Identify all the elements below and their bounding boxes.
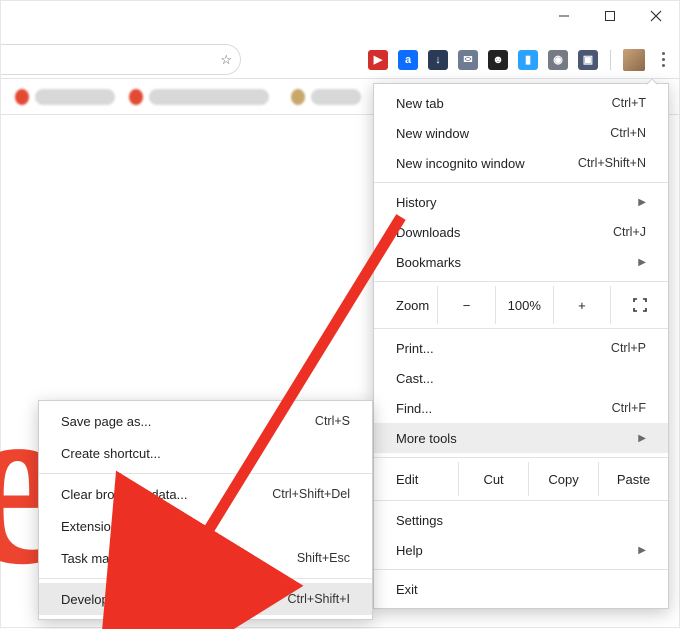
address-bar[interactable]: ☆	[1, 44, 241, 75]
extension-inbox-icon[interactable]: ✉	[458, 50, 478, 70]
menu-edit-row: Edit Cut Copy Paste	[374, 462, 668, 496]
menu-button[interactable]	[655, 46, 671, 73]
edit-paste[interactable]: Paste	[598, 462, 668, 496]
close-button[interactable]	[633, 1, 679, 31]
extension-reader-icon[interactable]: ▣	[578, 50, 598, 70]
extension-screenshot-icon[interactable]: ◉	[548, 50, 568, 70]
menu-history[interactable]: History▶	[374, 187, 668, 217]
fullscreen-icon	[633, 298, 647, 312]
menu-new-window[interactable]: New windowCtrl+N	[374, 118, 668, 148]
extension-png-dl-icon[interactable]: ↓	[428, 50, 448, 70]
menu-print[interactable]: Print...Ctrl+P	[374, 333, 668, 363]
menu-new-incognito[interactable]: New incognito windowCtrl+Shift+N	[374, 148, 668, 178]
more-tools-submenu: Save page as...Ctrl+S Create shortcut...…	[38, 400, 373, 620]
profile-avatar[interactable]	[623, 49, 645, 71]
edit-label: Edit	[374, 462, 458, 496]
extensions-area: ▶ a ↓ ✉ ☻ ▮ ◉ ▣	[368, 50, 598, 70]
submenu-create-shortcut[interactable]: Create shortcut...	[39, 437, 372, 469]
chevron-right-icon: ▶	[638, 545, 646, 556]
submenu-extensions[interactable]: Extensions	[39, 510, 372, 542]
extension-amazon-icon[interactable]: a	[398, 50, 418, 70]
chrome-menu: New tabCtrl+T New windowCtrl+N New incog…	[373, 83, 669, 609]
edit-copy[interactable]: Copy	[528, 462, 598, 496]
toolbar-separator	[610, 50, 611, 70]
window-controls	[541, 1, 679, 31]
menu-cast[interactable]: Cast...	[374, 363, 668, 393]
menu-find[interactable]: Find...Ctrl+F	[374, 393, 668, 423]
edit-cut[interactable]: Cut	[458, 462, 528, 496]
browser-toolbar: ☆ ▶ a ↓ ✉ ☻ ▮ ◉ ▣	[1, 41, 679, 79]
chevron-right-icon: ▶	[638, 257, 646, 268]
menu-settings[interactable]: Settings	[374, 505, 668, 535]
zoom-in-button[interactable]: +	[553, 286, 611, 324]
menu-more-tools[interactable]: More tools▶	[374, 423, 668, 453]
star-icon[interactable]: ☆	[220, 52, 232, 68]
extension-looper-icon[interactable]: ▶	[368, 50, 388, 70]
menu-exit[interactable]: Exit	[374, 574, 668, 604]
zoom-out-button[interactable]: −	[437, 286, 495, 324]
maximize-button[interactable]	[587, 1, 633, 31]
chevron-right-icon: ▶	[638, 197, 646, 208]
submenu-developer-tools[interactable]: Developer toolsCtrl+Shift+I	[39, 583, 372, 615]
submenu-clear-data[interactable]: Clear browsing data...Ctrl+Shift+Del	[39, 478, 372, 510]
extension-stylish-icon[interactable]: ☻	[488, 50, 508, 70]
submenu-task-manager[interactable]: Task managerShift+Esc	[39, 542, 372, 574]
menu-bookmarks[interactable]: Bookmarks▶	[374, 247, 668, 277]
zoom-level: 100%	[495, 286, 553, 324]
menu-new-tab[interactable]: New tabCtrl+T	[374, 88, 668, 118]
minimize-button[interactable]	[541, 1, 587, 31]
menu-help[interactable]: Help▶	[374, 535, 668, 565]
zoom-label: Zoom	[374, 298, 437, 313]
chevron-right-icon: ▶	[638, 433, 646, 444]
submenu-save-page[interactable]: Save page as...Ctrl+S	[39, 405, 372, 437]
menu-zoom-row: Zoom − 100% +	[374, 286, 668, 324]
menu-downloads[interactable]: DownloadsCtrl+J	[374, 217, 668, 247]
extension-tag-icon[interactable]: ▮	[518, 50, 538, 70]
fullscreen-button[interactable]	[610, 286, 668, 324]
